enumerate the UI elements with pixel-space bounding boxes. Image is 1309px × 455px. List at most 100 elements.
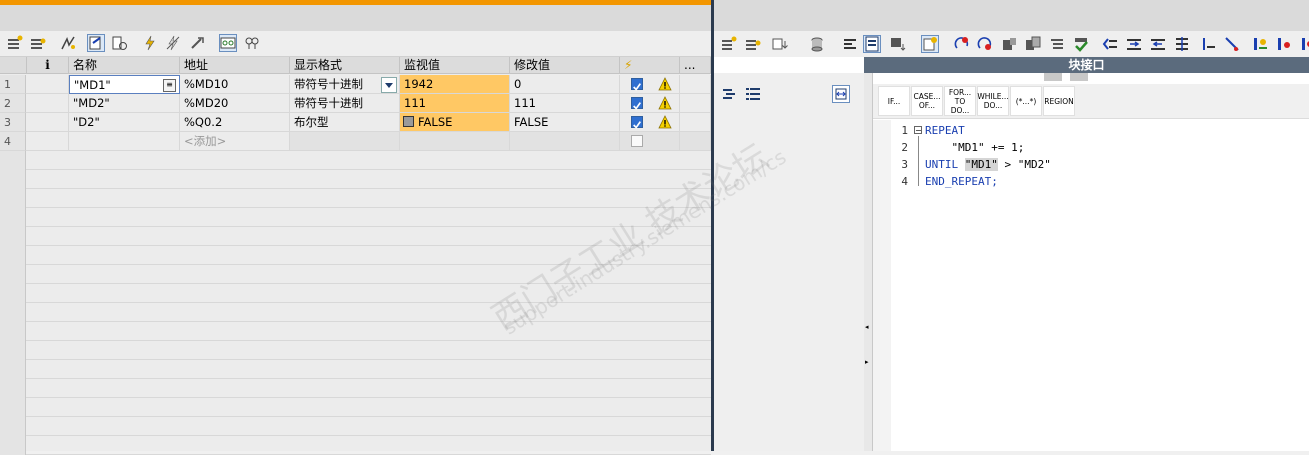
go-to-error-icon[interactable] <box>954 36 970 52</box>
tree-view-icon[interactable] <box>745 86 761 105</box>
insert-region-button[interactable]: REGION <box>1043 86 1075 116</box>
modify-value-cell[interactable]: 111 <box>510 94 620 113</box>
tag-picker-icon[interactable]: ≡ <box>163 79 176 92</box>
monitor-once-icon[interactable] <box>111 35 127 51</box>
row-stub <box>0 379 26 398</box>
force-icon[interactable] <box>142 35 158 51</box>
collapse-handle[interactable] <box>1044 73 1062 81</box>
set-bookmark-icon[interactable] <box>1200 36 1216 52</box>
download-icon[interactable] <box>772 36 788 52</box>
more-cell <box>680 132 711 151</box>
list-view-icon[interactable] <box>722 86 738 105</box>
info-column-header[interactable]: i <box>27 57 69 74</box>
collapse-handle[interactable] <box>1070 73 1088 81</box>
modify-column-header[interactable]: 修改值 <box>510 57 620 74</box>
indent-right-icon[interactable] <box>1126 36 1142 52</box>
address-cell[interactable]: %Q0.2 <box>180 113 290 132</box>
cylinder-icon[interactable] <box>810 36 826 52</box>
address-column-header[interactable]: 地址 <box>180 57 290 74</box>
comment-icon[interactable] <box>1049 36 1065 52</box>
modify-value-cell[interactable]: FALSE <box>510 113 620 132</box>
modify-checkbox[interactable] <box>631 135 643 147</box>
insert-while-button[interactable]: WHILE... DO... <box>977 86 1009 116</box>
address-cell[interactable]: %MD20 <box>180 94 290 113</box>
expand-arrow-icon[interactable]: ▸ <box>865 358 869 366</box>
show-extended-columns-icon[interactable] <box>244 35 260 51</box>
row-stub <box>0 208 26 227</box>
monitor-value-cell <box>400 132 510 151</box>
favorites-icon[interactable] <box>921 35 939 53</box>
force-cell <box>620 94 680 113</box>
format-column-header[interactable]: 显示格式 <box>290 57 400 74</box>
block-interface-icon[interactable] <box>863 35 881 53</box>
force-column-header[interactable]: ⚡ <box>620 57 680 74</box>
address-cell[interactable]: %MD10 <box>180 75 290 94</box>
enable-peripheral-icon[interactable] <box>189 35 205 51</box>
more-column-header[interactable]: ... <box>680 57 711 74</box>
modify-checkbox[interactable] <box>631 97 643 110</box>
collapse-arrow-icon[interactable]: ◂ <box>865 323 869 331</box>
sync-panel-icon[interactable] <box>832 85 850 103</box>
empty-row <box>0 189 711 208</box>
show-modify-columns-icon[interactable] <box>219 34 237 52</box>
all-modify-icon[interactable] <box>60 35 76 51</box>
name-cell[interactable]: "MD2" <box>69 94 180 113</box>
code-line[interactable]: UNTIL "MD1" > "MD2" <box>925 158 1051 171</box>
insert-comment-button[interactable]: (*...*) <box>1010 86 1042 116</box>
insert-for-button[interactable]: FOR... TO DO... <box>944 86 976 116</box>
editor-toolbar <box>714 31 1309 57</box>
warning-icon <box>658 115 672 129</box>
insert-row-icon[interactable] <box>7 35 23 51</box>
insert-row-icon[interactable] <box>745 36 761 52</box>
monitor-all-icon[interactable] <box>87 34 105 52</box>
row-stub <box>0 284 26 303</box>
breakpoint-icon[interactable] <box>1300 36 1309 52</box>
format-cell[interactable]: 带符号十进制 <box>290 75 400 94</box>
row-stub <box>0 436 26 455</box>
empty-row <box>0 227 711 246</box>
insert-case-button[interactable]: CASE... OF... <box>911 86 943 116</box>
format-cell[interactable]: 带符号十进制 <box>290 94 400 113</box>
name-cell[interactable]: "D2" <box>69 113 180 132</box>
modify-value-cell[interactable]: 0 <box>510 75 620 94</box>
check-icon[interactable] <box>1073 36 1089 52</box>
outdent-icon[interactable] <box>1150 36 1166 52</box>
panel-splitter[interactable]: ◂ ▸ <box>864 73 873 451</box>
name-cell[interactable]: "MD1" ≡ <box>69 75 180 94</box>
empty-row <box>0 379 711 398</box>
name-column-header[interactable]: 名称 <box>69 57 180 74</box>
fold-toggle-icon[interactable]: − <box>914 126 922 135</box>
add-row-icon[interactable] <box>30 35 46 51</box>
format-cell[interactable]: 布尔型 <box>290 113 400 132</box>
monitoring-on-icon[interactable] <box>1252 36 1268 52</box>
add-row-placeholder[interactable]: <添加> <box>180 132 290 151</box>
monitor-column-header[interactable]: 监视值 <box>400 57 510 74</box>
indent-left-icon[interactable] <box>1102 36 1118 52</box>
modify-checkbox[interactable] <box>631 78 643 91</box>
code-line[interactable]: REPEAT <box>925 124 965 137</box>
insert-network-icon[interactable] <box>721 36 737 52</box>
modify-checkbox[interactable] <box>631 116 643 129</box>
stop-force-icon[interactable] <box>165 35 181 51</box>
row-stub <box>0 398 26 417</box>
editor-gutter <box>873 120 891 451</box>
remove-bookmark-icon[interactable] <box>1224 36 1240 52</box>
monitoring-off-icon[interactable] <box>1276 36 1292 52</box>
name-cell[interactable] <box>69 132 180 151</box>
block-interface-header[interactable]: 块接口 <box>864 57 1309 73</box>
empty-row <box>0 417 711 436</box>
insert-if-button[interactable]: IF... <box>878 86 910 116</box>
table-row-name: "MD1" <box>74 78 111 92</box>
code-line[interactable]: END_REPEAT; <box>925 175 998 188</box>
bookmark-icon[interactable] <box>1001 36 1017 52</box>
row-stub <box>0 303 26 322</box>
call-structure-icon[interactable] <box>890 36 906 52</box>
compare-icon[interactable] <box>1025 36 1041 52</box>
format-dropdown-icon[interactable] <box>381 77 397 93</box>
align-left-icon[interactable] <box>842 36 858 52</box>
block-interface-title: 块接口 <box>1068 58 1105 72</box>
empty-row <box>0 284 711 303</box>
code-line[interactable]: "MD1" += 1; <box>925 141 1024 154</box>
expand-all-icon[interactable] <box>1174 36 1190 52</box>
next-error-icon[interactable] <box>977 36 993 52</box>
